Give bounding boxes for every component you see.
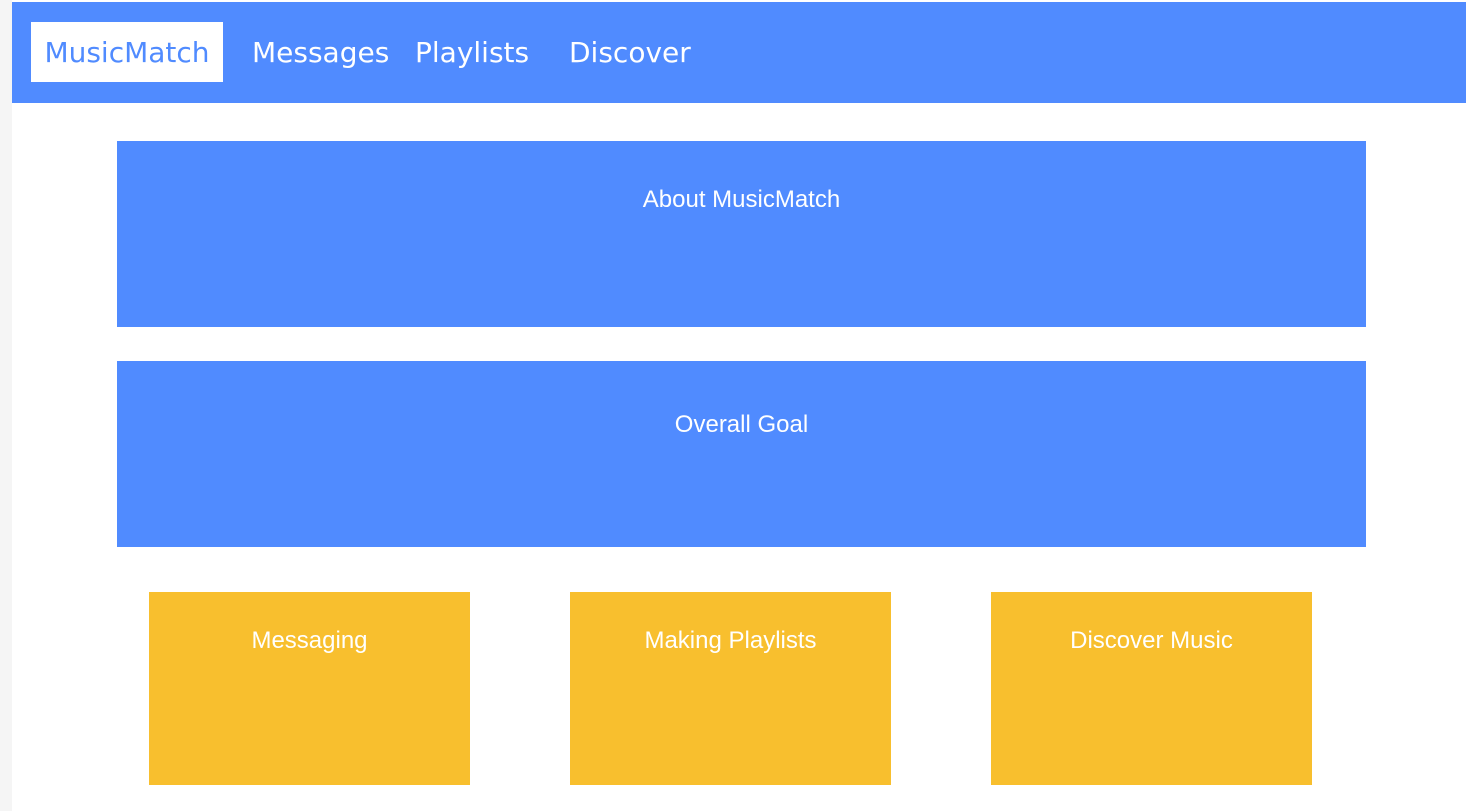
goal-section-title: Overall Goal — [674, 411, 809, 438]
feature-card-making-playlists[interactable]: Making Playlists — [570, 592, 891, 785]
page-gutter — [0, 0, 12, 811]
feature-card-title: Messaging — [251, 627, 368, 654]
feature-card-discover-music[interactable]: Discover Music — [991, 592, 1312, 785]
brand-logo-link[interactable]: MusicMatch — [31, 22, 223, 82]
feature-card-title: Discover Music — [1070, 627, 1233, 654]
about-section: About MusicMatch — [117, 141, 1366, 327]
nav-link-discover[interactable]: Discover — [569, 22, 691, 82]
top-navbar: MusicMatch Messages Playlists Discover — [12, 2, 1466, 103]
feature-card-messaging[interactable]: Messaging — [149, 592, 470, 785]
nav-link-messages[interactable]: Messages — [252, 22, 389, 82]
about-section-title: About MusicMatch — [642, 186, 841, 213]
feature-card-title: Making Playlists — [644, 627, 817, 654]
goal-section: Overall Goal — [117, 361, 1366, 547]
nav-link-playlists[interactable]: Playlists — [415, 22, 529, 82]
